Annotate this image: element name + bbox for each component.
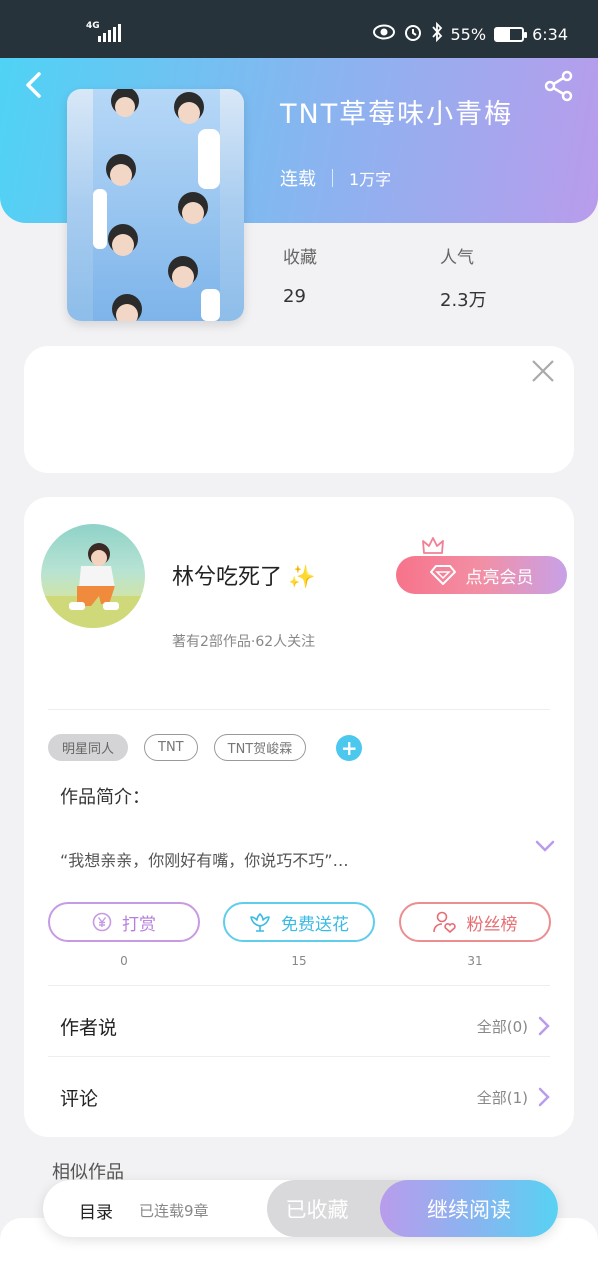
close-icon: [532, 360, 554, 382]
fan-ranking-label: 粉丝榜: [466, 914, 518, 935]
author-name-text: 林兮吃死了: [172, 565, 283, 590]
reward-count: 0: [120, 954, 128, 968]
yuan-coin-icon: [92, 912, 112, 932]
stat-favorites: 收藏 29: [283, 243, 317, 307]
continue-reading-button[interactable]: 继续阅读: [380, 1180, 558, 1237]
chevron-right-icon: [538, 1016, 550, 1036]
ad-card: [24, 346, 574, 473]
signal-icon: [98, 24, 121, 42]
serial-status: 连载: [280, 169, 316, 190]
expand-chevron-icon[interactable]: [534, 837, 556, 855]
tag-item[interactable]: TNT: [144, 734, 198, 761]
tag-list: 明星同人 TNT TNT贺峻霖 +: [48, 734, 363, 761]
comments-row[interactable]: 评论 全部(1): [60, 1062, 550, 1132]
stat-popularity: 人气 2.3万: [440, 243, 487, 312]
word-count: 1万字: [349, 170, 392, 189]
author-avatar[interactable]: [41, 524, 145, 628]
continue-reading-label: 继续阅读: [427, 1197, 511, 1222]
battery-icon: [494, 26, 528, 42]
book-title: TNT草莓味小青梅: [280, 99, 514, 130]
battery-percent: 55%: [450, 24, 487, 44]
author-says-count: 全部(0): [476, 1017, 528, 1036]
tag-item[interactable]: 明星同人: [48, 734, 129, 761]
close-button[interactable]: [530, 358, 556, 384]
eye-icon: [372, 24, 395, 44]
cover-figures-icon: [93, 89, 220, 321]
collected-label: 已收藏: [285, 1197, 349, 1222]
author-card: 林兮吃死了 ✨ 著有2部作品·62人关注 点亮会员 明星同人 TNT TNT贺峻霖…: [24, 497, 574, 1137]
chevron-right-icon: [538, 1087, 550, 1107]
vip-button-label: 点亮会员: [465, 567, 534, 588]
bottom-action-bar: 目录 已连载9章 已收藏 继续阅读: [43, 1180, 558, 1237]
crown-icon: [422, 537, 444, 554]
vip-button[interactable]: 点亮会员: [396, 556, 567, 594]
chevron-left-icon: [26, 72, 41, 98]
author-says-label: 作者说: [60, 1016, 118, 1039]
user-heart-icon: [432, 911, 456, 933]
back-button[interactable]: [20, 70, 50, 100]
send-flower-label: 免费送花: [281, 914, 349, 935]
fan-ranking-button[interactable]: 粉丝榜: [399, 902, 551, 942]
reward-button[interactable]: 打赏: [48, 902, 200, 942]
status-bar: 4G 55% 6:34: [0, 0, 598, 58]
tag-item[interactable]: TNT贺峻霖: [213, 734, 307, 761]
stat-value: 2.3万: [440, 290, 487, 311]
cover-image: [93, 89, 220, 321]
add-tag-button[interactable]: +: [336, 734, 363, 761]
comments-count: 全部(1): [476, 1088, 528, 1107]
intro-text: “我想亲亲，你刚好有嘴，你说巧不巧”…: [60, 851, 349, 870]
intro-label: 作品简介：: [60, 787, 150, 808]
comments-label: 评论: [60, 1087, 99, 1110]
avatar-figure-icon: [41, 543, 145, 628]
divider: [48, 709, 550, 710]
flower-count: 15: [291, 954, 307, 968]
alarm-icon: [403, 22, 423, 46]
divider: [48, 1056, 550, 1057]
divider: [48, 985, 550, 986]
diamond-icon: [429, 565, 456, 585]
clock-time: 6:34: [532, 24, 568, 44]
toc-button[interactable]: 目录: [79, 1198, 113, 1223]
stat-label: 收藏: [283, 248, 317, 268]
reward-label: 打赏: [122, 914, 156, 935]
sparkle-icon: ✨: [288, 565, 316, 590]
share-icon: [544, 70, 573, 102]
stat-label: 人气: [440, 248, 474, 268]
flower-icon: [250, 913, 270, 932]
send-flower-button[interactable]: 免费送花: [223, 902, 375, 942]
bluetooth-icon: [431, 21, 443, 46]
author-info: 著有2部作品·62人关注: [172, 634, 316, 650]
author-says-row[interactable]: 作者说 全部(0): [60, 991, 550, 1061]
share-button[interactable]: [543, 70, 575, 102]
chapter-count: 已连载9章: [139, 1202, 209, 1220]
meta-divider: [332, 169, 333, 187]
author-name[interactable]: 林兮吃死了 ✨: [172, 559, 315, 591]
fan-count: 31: [467, 954, 483, 968]
stat-value: 29: [283, 286, 306, 307]
book-meta: 连载 1万字: [280, 165, 391, 191]
book-cover[interactable]: [67, 89, 244, 321]
